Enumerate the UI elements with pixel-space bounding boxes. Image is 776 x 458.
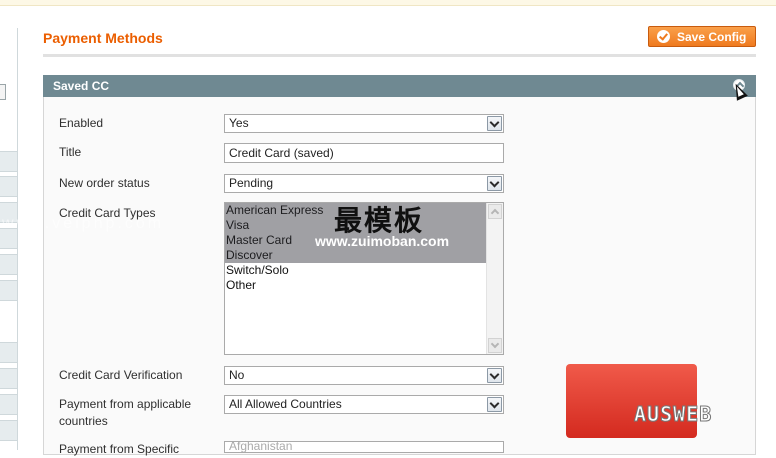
watermark-url: www.zuimoban.com (315, 233, 450, 249)
page-title: Payment Methods (43, 30, 163, 46)
enabled-value: Yes (229, 116, 249, 130)
specific-countries-select[interactable]: Afghanistan (224, 441, 504, 453)
sidebar-item[interactable] (0, 254, 17, 275)
sidebar-item[interactable] (0, 368, 17, 389)
watermark-left-text: www.veiphp.com (2, 215, 165, 232)
multiselect-scrollbar[interactable] (486, 203, 503, 354)
cc-type-option[interactable]: Other (225, 278, 488, 293)
enabled-label: Enabled (59, 116, 104, 130)
order-status-label: New order status (59, 176, 150, 190)
title-divider (43, 54, 756, 57)
scroll-up-icon[interactable] (488, 204, 502, 219)
check-circle-icon (657, 30, 670, 43)
title-label: Title (59, 145, 82, 159)
section-header[interactable]: Saved CC (43, 75, 756, 97)
chevron-down-icon (487, 116, 502, 131)
cc-type-option[interactable]: Discover (225, 248, 488, 263)
sidebar-item[interactable] (0, 420, 17, 441)
chevron-down-icon (487, 368, 502, 383)
ausweb-logo (566, 364, 697, 438)
save-config-label: Save Config (677, 29, 747, 44)
sidebar-item[interactable] (0, 176, 17, 197)
sidebar-collapse-handle[interactable] (0, 84, 6, 100)
scroll-down-icon[interactable] (488, 338, 502, 353)
title-input[interactable]: Credit Card (saved) (224, 143, 504, 163)
cc-verification-value: No (229, 368, 245, 382)
cc-type-option[interactable]: Switch/Solo (225, 263, 488, 278)
chevron-down-icon (487, 176, 502, 191)
applicable-countries-select[interactable]: All Allowed Countries (224, 395, 504, 414)
ausweb-logo-text: AUSWEB (633, 402, 713, 427)
sidebar-item[interactable] (0, 280, 17, 301)
save-config-button[interactable]: Save Config (648, 26, 756, 47)
section-title: Saved CC (53, 79, 110, 93)
specific-countries-value: Afghanistan (229, 441, 293, 453)
applicable-countries-value: All Allowed Countries (229, 397, 342, 411)
sidebar-item[interactable] (0, 151, 17, 172)
left-sidebar (0, 28, 18, 450)
cc-verification-label: Credit Card Verification (59, 368, 183, 382)
order-status-value: Pending (229, 176, 274, 190)
sidebar-item[interactable] (0, 342, 17, 363)
order-status-select[interactable]: Pending (224, 174, 504, 193)
top-notice-strip (0, 0, 776, 6)
enabled-select[interactable]: Yes (224, 114, 504, 133)
chevron-down-icon (487, 397, 502, 412)
applicable-countries-label: Payment from applicable countries (59, 397, 192, 428)
cc-verification-select[interactable]: No (224, 366, 504, 385)
sidebar-item[interactable] (0, 394, 17, 415)
